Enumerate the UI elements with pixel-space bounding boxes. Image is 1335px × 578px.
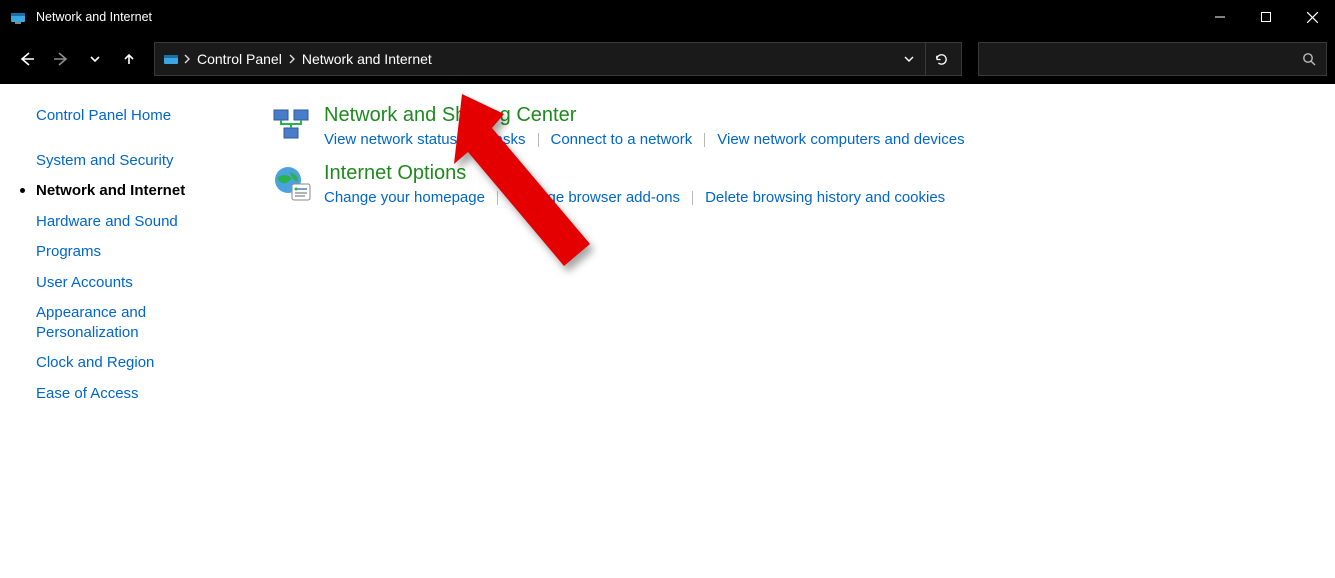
sidebar-item-ease-of-access[interactable]: Ease of Access bbox=[36, 384, 240, 404]
link-separator bbox=[538, 133, 539, 147]
link-separator bbox=[497, 191, 498, 205]
content-area: Control Panel Home System and Security N… bbox=[0, 84, 1335, 578]
title-bar: Network and Internet bbox=[0, 0, 1335, 34]
control-panel-icon bbox=[10, 9, 26, 25]
breadcrumb-separator[interactable] bbox=[183, 54, 191, 64]
internet-options-icon bbox=[272, 164, 312, 204]
link-manage-addons[interactable]: Manage browser add-ons bbox=[510, 189, 680, 206]
window-title: Network and Internet bbox=[36, 10, 152, 24]
sidebar-item-user-accounts[interactable]: User Accounts bbox=[36, 273, 240, 293]
sidebar-item-hardware-sound[interactable]: Hardware and Sound bbox=[36, 212, 240, 232]
breadcrumb-item[interactable]: Control Panel bbox=[191, 51, 288, 67]
maximize-button[interactable] bbox=[1243, 0, 1289, 34]
forward-button[interactable] bbox=[46, 44, 76, 74]
sidebar: Control Panel Home System and Security N… bbox=[0, 84, 254, 578]
address-dropdown-button[interactable] bbox=[893, 43, 925, 75]
refresh-button[interactable] bbox=[925, 43, 957, 75]
link-view-network-status[interactable]: View network status and tasks bbox=[324, 131, 526, 148]
close-button[interactable] bbox=[1289, 0, 1335, 34]
link-separator bbox=[692, 191, 693, 205]
search-input[interactable] bbox=[978, 42, 1327, 76]
breadcrumb-item[interactable]: Network and Internet bbox=[296, 51, 438, 67]
link-separator bbox=[704, 133, 705, 147]
navigation-bar: Control Panel Network and Internet bbox=[0, 34, 1335, 84]
category-network-sharing: Network and Sharing Center View network … bbox=[272, 104, 1317, 148]
main-panel: Network and Sharing Center View network … bbox=[254, 84, 1335, 578]
sidebar-item-home[interactable]: Control Panel Home bbox=[36, 106, 240, 126]
link-change-homepage[interactable]: Change your homepage bbox=[324, 189, 485, 206]
category-title[interactable]: Internet Options bbox=[324, 162, 945, 185]
up-button[interactable] bbox=[114, 44, 144, 74]
breadcrumb-separator[interactable] bbox=[288, 54, 296, 64]
recent-locations-button[interactable] bbox=[80, 44, 110, 74]
search-icon bbox=[1302, 52, 1316, 66]
sidebar-item-appearance[interactable]: Appearance and Personalization bbox=[36, 303, 206, 342]
control-panel-path-icon bbox=[163, 51, 179, 67]
network-sharing-icon bbox=[272, 106, 312, 146]
back-button[interactable] bbox=[12, 44, 42, 74]
sidebar-item-network-internet[interactable]: Network and Internet bbox=[36, 181, 240, 201]
link-connect-network[interactable]: Connect to a network bbox=[551, 131, 693, 148]
sidebar-item-system-security[interactable]: System and Security bbox=[36, 151, 240, 171]
sidebar-item-clock-region[interactable]: Clock and Region bbox=[36, 353, 240, 373]
address-bar[interactable]: Control Panel Network and Internet bbox=[154, 42, 962, 76]
category-title[interactable]: Network and Sharing Center bbox=[324, 104, 965, 127]
minimize-button[interactable] bbox=[1197, 0, 1243, 34]
sidebar-item-programs[interactable]: Programs bbox=[36, 242, 240, 262]
link-delete-history[interactable]: Delete browsing history and cookies bbox=[705, 189, 945, 206]
category-internet-options: Internet Options Change your homepage Ma… bbox=[272, 162, 1317, 206]
link-view-network-computers[interactable]: View network computers and devices bbox=[717, 131, 964, 148]
